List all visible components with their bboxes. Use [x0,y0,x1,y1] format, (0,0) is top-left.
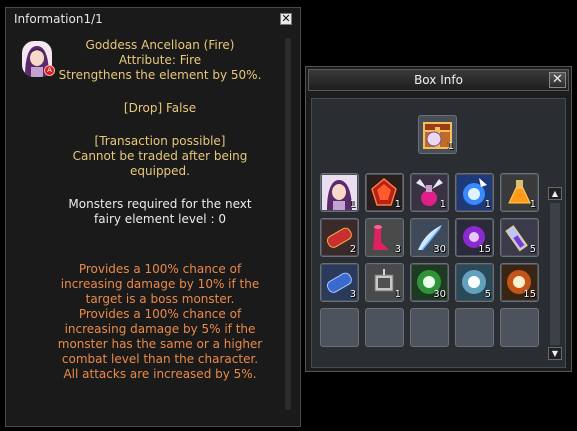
item-slot[interactable]: 30 [410,218,449,257]
information-titlebar[interactable]: Information1/1 ✕ [6,8,300,30]
item-slot[interactable]: 3 [320,263,359,302]
item-quantity: 15 [478,244,491,255]
information-title: Information1/1 [14,12,103,26]
scroll-up-button[interactable]: ▲ [548,187,562,200]
effect-line: Provides a 100% chance of [78,307,242,321]
item-quantity: 3 [349,289,356,300]
item-quantity: 5 [529,244,536,255]
item-quantity: 1 [349,199,356,210]
box-info-title: Box Info [414,73,463,87]
item-quantity: 5 [484,289,491,300]
monsters-required-line: fairy element level : 0 [94,212,226,226]
item-quantity: 1 [394,199,401,210]
item-quantity: 15 [523,289,536,300]
drop-status: [Drop] False [123,101,197,115]
empty-item-slot[interactable] [320,308,359,347]
box-contents-panel: 1 1 1 1 1 1 2 3 30 15 5 3 1 30 5 15 [311,98,566,368]
item-quantity: 1 [484,199,491,210]
item-slot[interactable]: 3 [365,218,404,257]
item-slot[interactable]: 1 [455,173,494,212]
item-slot[interactable]: 15 [455,218,494,257]
item-slot[interactable]: 2 [320,218,359,257]
item-slot[interactable]: 1 [320,173,359,212]
transaction-header: [Transaction possible] [94,134,226,148]
close-icon[interactable]: ✕ [549,72,566,88]
item-slot[interactable]: 1 [410,173,449,212]
empty-item-slot[interactable] [455,308,494,347]
scrollbar-track[interactable] [550,203,560,345]
item-quantity: 3 [394,244,401,255]
item-strength: Strengthens the element by 50%. [58,68,262,82]
monsters-required-line: Monsters required for the next [68,197,252,211]
transaction-line: Cannot be traded after being [72,149,248,163]
item-quantity: 2 [349,244,356,255]
empty-item-slot[interactable] [365,308,404,347]
scroll-down-button[interactable]: ▼ [548,347,562,360]
item-slot[interactable]: 30 [410,263,449,302]
box-header-item[interactable]: 1 [418,115,457,154]
item-name: Goddess Ancelloan (Fire) [85,38,235,52]
item-quantity: 1 [447,141,454,152]
effect-line: increasing damage by 5% if the [64,322,256,336]
effect-line: Provides a 100% chance of [78,262,242,276]
item-slot[interactable]: 1 [500,173,539,212]
effect-line: increasing damage by 10% if the [60,277,260,291]
item-slot[interactable]: 5 [455,263,494,302]
box-info-window: Box Info ✕ 1 1 1 1 1 1 2 3 30 15 5 3 1 3… [305,66,572,372]
item-slot[interactable]: 15 [500,263,539,302]
item-slot[interactable]: 1 [365,263,404,302]
effect-line: All attacks are increased by 5%. [63,367,257,381]
effect-line: target is a boss monster. [85,292,235,306]
item-quantity: 1 [439,199,446,210]
close-icon[interactable]: ✕ [280,13,292,25]
empty-item-slot[interactable] [500,308,539,347]
transaction-line: equipped. [130,164,190,178]
effect-line: combat level than the character. [61,352,259,366]
item-slot[interactable]: 1 [365,173,404,212]
item-quantity: 30 [433,289,446,300]
item-quantity: 30 [433,244,446,255]
box-info-titlebar[interactable]: Box Info ✕ [308,69,569,91]
empty-item-slot[interactable] [410,308,449,347]
information-window: Information1/1 ✕ A Goddess Ancelloan (Fi… [5,7,301,427]
item-attribute: Attribute: Fire [118,53,202,67]
item-slot[interactable]: 5 [500,218,539,257]
item-quantity: 1 [529,199,536,210]
effect-line: monster has the same or a higher [57,337,263,351]
item-quantity: 1 [394,289,401,300]
